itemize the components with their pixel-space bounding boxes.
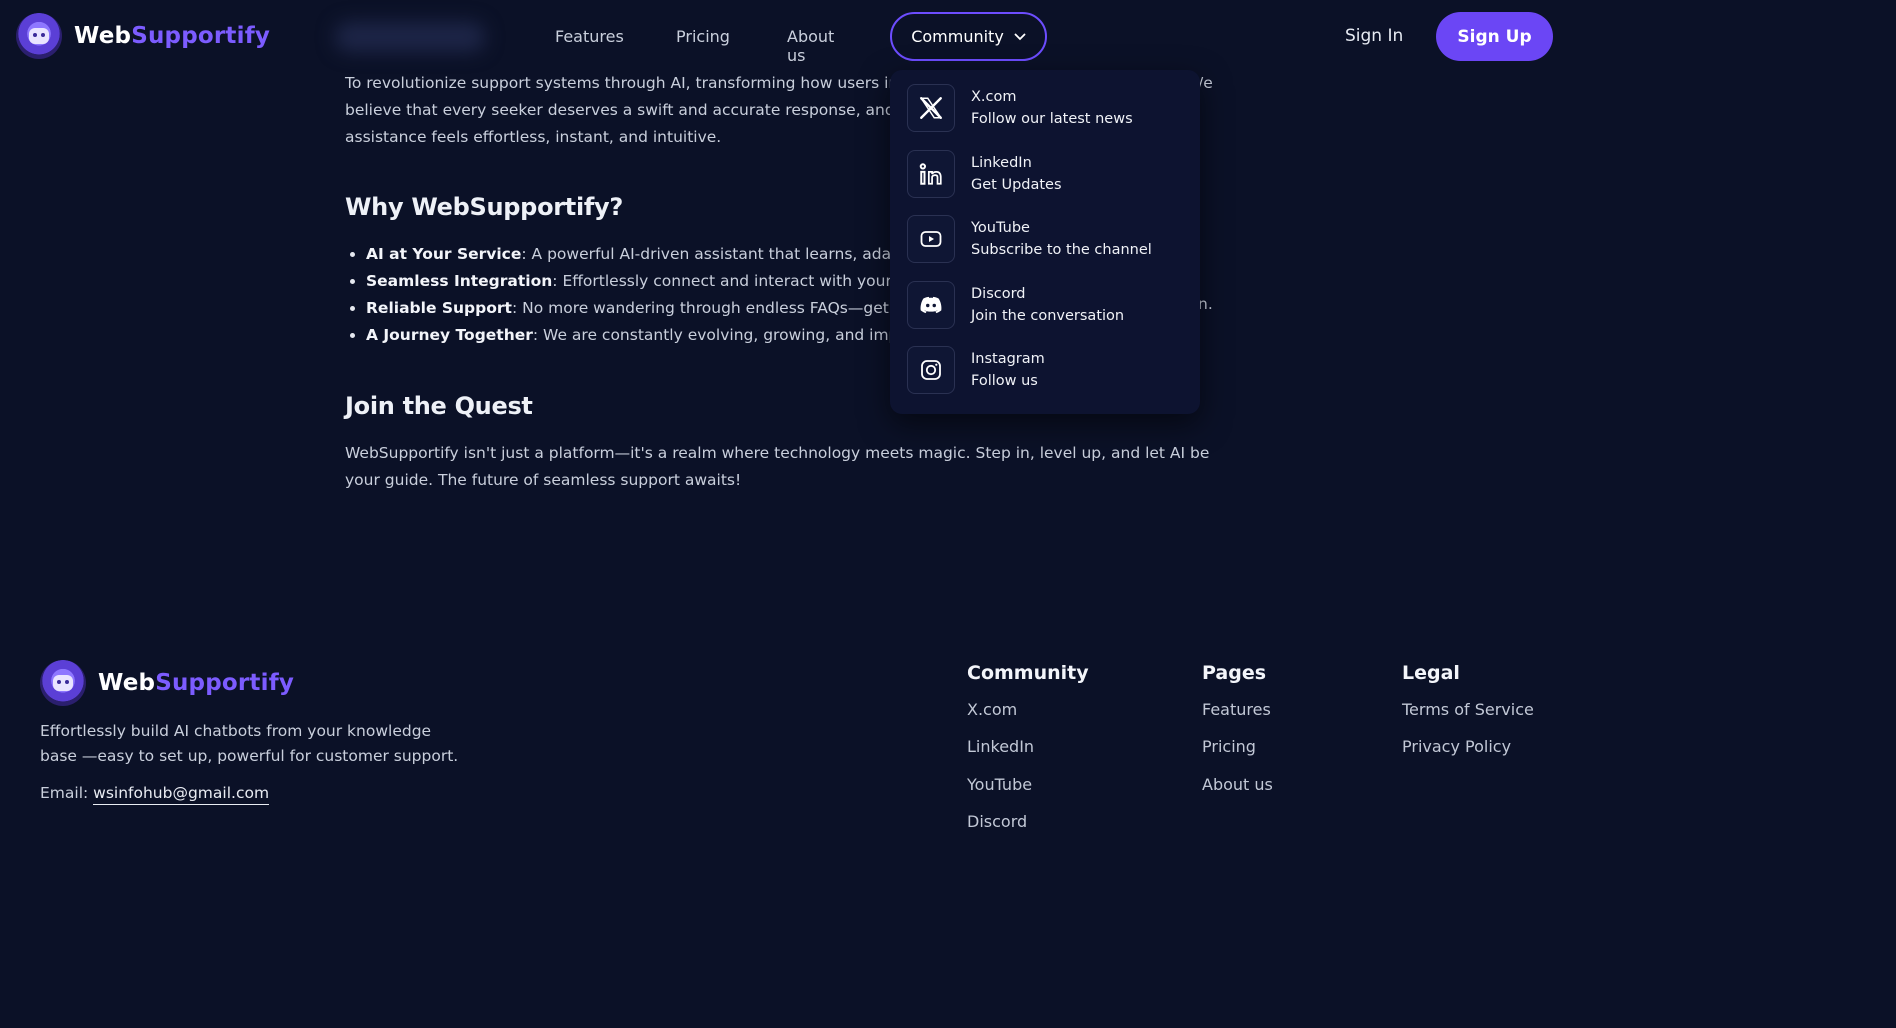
footer-email: Email: wsinfohub@gmail.com — [40, 784, 270, 805]
dropdown-item-subtitle: Subscribe to the channel — [971, 242, 1152, 258]
dropdown-item-instagram[interactable]: Instagram Follow us — [907, 345, 1192, 395]
nav-pricing[interactable]: Pricing — [676, 27, 730, 46]
robot-logo-icon — [16, 13, 62, 59]
footer-column-pages: Pages Features Pricing About us — [1202, 662, 1273, 812]
community-dropdown-button[interactable]: Community — [890, 12, 1047, 61]
footer-column-title: Legal — [1402, 662, 1460, 684]
list-item: AI at Your Service: A powerful AI-driven… — [345, 241, 890, 268]
dropdown-item-title: LinkedIn — [971, 155, 1032, 171]
footer-column-community: Community X.com LinkedIn YouTube Discord — [967, 662, 1089, 849]
dropdown-item-x[interactable]: X.com Follow our latest news — [907, 83, 1192, 133]
dropdown-item-subtitle: Follow our latest news — [971, 111, 1133, 127]
footer-link-linkedin[interactable]: LinkedIn — [967, 737, 1034, 756]
footer-link-privacy[interactable]: Privacy Policy — [1402, 737, 1511, 756]
footer-link-youtube[interactable]: YouTube — [967, 775, 1032, 794]
bullet-text-fragment: n. — [1198, 295, 1213, 313]
footer-brand-name: WebSupportify — [98, 670, 295, 696]
dropdown-item-title: Instagram — [971, 351, 1045, 367]
quest-heading: Join the Quest — [345, 392, 533, 420]
dropdown-item-title: YouTube — [971, 220, 1030, 236]
dropdown-item-discord[interactable]: Discord Join the conversation — [907, 280, 1192, 330]
instagram-icon — [907, 346, 955, 394]
why-heading: Why WebSupportify? — [345, 193, 623, 221]
list-item: Seamless Integration: Effortlessly conne… — [345, 268, 890, 295]
sign-in-link[interactable]: Sign In — [1345, 26, 1403, 46]
list-item: Reliable Support: No more wandering thro… — [345, 295, 890, 322]
dropdown-item-subtitle: Follow us — [971, 373, 1038, 389]
quest-paragraph: WebSupportify isn't just a platform—it's… — [345, 444, 1210, 489]
footer-link-x[interactable]: X.com — [967, 700, 1017, 719]
footer-description: Effortlessly build AI chatbots from your… — [40, 722, 459, 765]
footer-column-title: Community — [967, 662, 1089, 684]
robot-logo-icon — [40, 660, 86, 706]
blurred-nav-item — [335, 22, 485, 52]
footer-link-terms[interactable]: Terms of Service — [1402, 700, 1534, 719]
discord-icon — [907, 281, 955, 329]
youtube-icon — [907, 215, 955, 263]
footer-link-features[interactable]: Features — [1202, 700, 1271, 719]
footer-link-about[interactable]: About us — [1202, 775, 1273, 794]
sign-up-button[interactable]: Sign Up — [1436, 12, 1553, 61]
linkedin-icon — [907, 150, 955, 198]
footer-link-pricing[interactable]: Pricing — [1202, 737, 1256, 756]
dropdown-item-title: X.com — [971, 89, 1017, 105]
brand-name: WebSupportify — [74, 23, 271, 49]
footer-column-title: Pages — [1202, 662, 1267, 684]
footer-column-legal: Legal Terms of Service Privacy Policy — [1402, 662, 1534, 775]
email-label: Email: — [40, 784, 94, 802]
site-header: WebSupportify Features Pricing About us … — [0, 0, 1568, 74]
dropdown-item-youtube[interactable]: YouTube Subscribe to the channel — [907, 214, 1192, 264]
list-item: A Journey Together: We are constantly ev… — [345, 322, 890, 349]
chevron-down-icon — [1014, 30, 1026, 44]
footer-link-discord[interactable]: Discord — [967, 812, 1027, 831]
nav-features[interactable]: Features — [555, 27, 624, 46]
community-dropdown-menu: X.com Follow our latest news LinkedIn Get … — [890, 70, 1200, 414]
mission-text-fragment: /e — [1198, 74, 1213, 92]
nav-about[interactable]: About us — [787, 27, 834, 65]
footer-logo-link[interactable]: WebSupportify — [40, 660, 294, 706]
dropdown-item-title: Discord — [971, 286, 1026, 302]
community-label: Community — [911, 27, 1004, 46]
dropdown-item-subtitle: Get Updates — [971, 177, 1062, 193]
email-link[interactable]: wsinfohub@gmail.com — [93, 784, 270, 805]
dropdown-item-subtitle: Join the conversation — [971, 308, 1125, 324]
dropdown-item-linkedin[interactable]: LinkedIn Get Updates — [907, 149, 1192, 199]
logo-link[interactable]: WebSupportify — [16, 13, 270, 59]
x-icon — [907, 84, 955, 132]
